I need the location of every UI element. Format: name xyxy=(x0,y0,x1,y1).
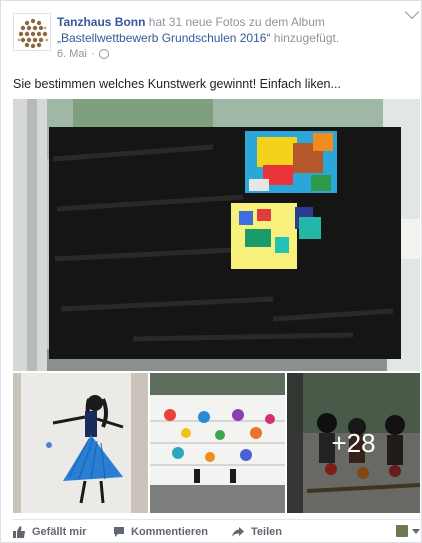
audience-avatar[interactable] xyxy=(396,525,408,537)
comment-icon xyxy=(114,527,124,537)
action-bar: Gefällt mir Kommentieren Teilen xyxy=(13,519,420,541)
more-photos-thumbnail[interactable]: +28 xyxy=(287,373,420,513)
comment-label: Kommentieren xyxy=(131,526,209,538)
caret-down-icon[interactable] xyxy=(412,529,420,534)
globe-icon xyxy=(98,49,109,59)
post-date[interactable]: 6. Mai xyxy=(57,48,87,60)
more-photos-count: +28 xyxy=(331,427,376,458)
like-label: Gefällt mir xyxy=(32,526,87,538)
tanzhaus-logo-icon xyxy=(14,14,50,50)
thumbs-up-icon xyxy=(13,526,25,538)
share-arrow-icon xyxy=(232,527,244,537)
like-button[interactable]: Gefällt mir xyxy=(13,526,86,538)
thumbnail-photo[interactable] xyxy=(13,373,148,513)
photo-grid: +28 xyxy=(13,99,420,513)
share-label: Teilen xyxy=(251,526,282,538)
page-avatar[interactable] xyxy=(13,13,51,51)
post-text: Sie bestimmen welches Kunstwerk gewinnt!… xyxy=(13,77,341,91)
comment-button[interactable]: Kommentieren xyxy=(113,526,208,538)
post-action-suffix: hinzugefügt. xyxy=(270,31,340,45)
post-headline: Tanzhaus Bonn hat 31 neue Fotos zu dem A… xyxy=(57,14,387,46)
post-meta: 6. Mai · xyxy=(57,48,109,60)
post-card: Tanzhaus Bonn hat 31 neue Fotos zu dem A… xyxy=(0,0,422,543)
post-header: Tanzhaus Bonn hat 31 neue Fotos zu dem A… xyxy=(13,11,413,65)
date-separator: · xyxy=(90,48,95,60)
more-photos-overlay[interactable]: +28 xyxy=(287,373,420,513)
thumbnail-photo[interactable] xyxy=(150,373,285,513)
album-link[interactable]: „Bastellwettbewerb Grundschulen 2016“ xyxy=(57,31,270,45)
share-button[interactable]: Teilen xyxy=(231,526,282,538)
main-photo[interactable] xyxy=(13,99,420,371)
page-name-link[interactable]: Tanzhaus Bonn xyxy=(57,15,145,29)
post-action-text: hat 31 neue Fotos zu dem Album xyxy=(145,15,325,29)
